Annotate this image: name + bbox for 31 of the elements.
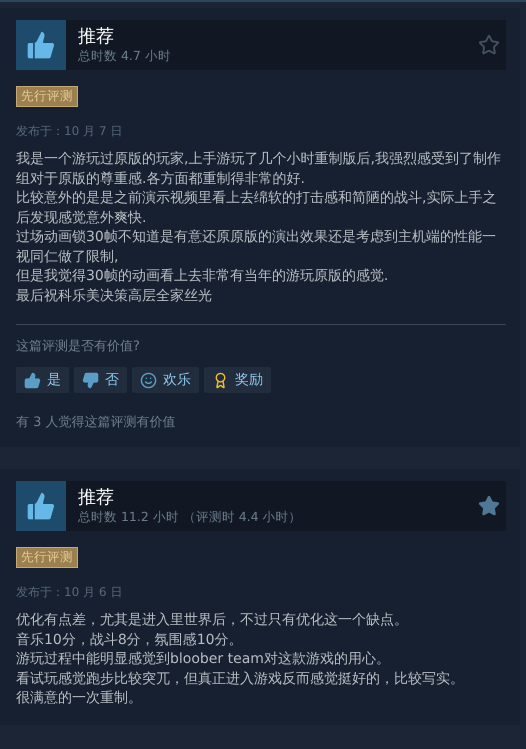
- posted-date: 发布于：10 月 7 日: [16, 123, 124, 140]
- review-text: 最后祝科乐美决策高层全家丝光: [16, 286, 213, 306]
- thumbs-down-icon: [82, 372, 99, 388]
- review-text: 音乐10分，战斗8分，氛围感10分。: [16, 630, 244, 650]
- thumbs-up-icon: [24, 372, 41, 388]
- early-access-badge: 先行评测: [16, 547, 78, 568]
- playtime: 总时数 4.7 小时: [78, 48, 171, 64]
- review-text: 优化有点差，尤其是进入里世界后，不过只有优化这一个缺点。: [16, 611, 409, 630]
- early-access-badge: 先行评测: [16, 86, 78, 107]
- review-text: 过场动画锁30帧不知道是有意还原原版的演出效果还是考虑到主机端的性能一视同仁做了限制,: [16, 228, 497, 266]
- thumbs-up-icon: [16, 20, 66, 70]
- playtime: 总时数 11.2 小时 （评测时 4.4 小时）: [78, 509, 302, 525]
- review-text: 我是一个游玩过原版的玩家,上手游玩了几个小时重制版后,我强烈感受到了制作组对于原版的尊重感.各方面都重制得非常的好.: [16, 150, 502, 188]
- helpful-question: 这篇评测是否有价值?: [16, 338, 141, 355]
- thumbs-up-icon: [16, 481, 66, 531]
- star-button[interactable]: [478, 495, 500, 517]
- helpful-count: 有 3 人觉得这篇评测有价值: [16, 414, 177, 431]
- review-text: 看试玩感觉跑步比较突兀，但真正进入游戏反而感觉挺好的，比较写实。: [16, 670, 465, 688]
- vote-button[interactable]: 奖励: [204, 367, 271, 393]
- vote-button[interactable]: 否: [74, 367, 127, 393]
- posted-date: 发布于：10 月 6 日: [16, 584, 124, 601]
- review-verdict: 推荐: [78, 26, 115, 48]
- smile-icon: [140, 372, 157, 388]
- review-text: 比较意外的是是之前演示视频里看上去绵软的打击感和简陋的战斗,实际上手之后发现感觉意外爽快.: [16, 189, 498, 228]
- vote-button[interactable]: 是: [16, 367, 69, 393]
- vote-button[interactable]: 欢乐: [132, 367, 199, 393]
- review-text: 但是我觉得30帧的动画看上去非常有当年的游玩原版的感觉.: [16, 267, 390, 286]
- review-verdict: 推荐: [78, 487, 115, 509]
- star-button[interactable]: [478, 34, 500, 56]
- review-text: 很满意的一次重制。: [16, 689, 143, 708]
- review-text: 游玩过程中能明显感觉到bloober team对这款游戏的用心。: [16, 650, 391, 669]
